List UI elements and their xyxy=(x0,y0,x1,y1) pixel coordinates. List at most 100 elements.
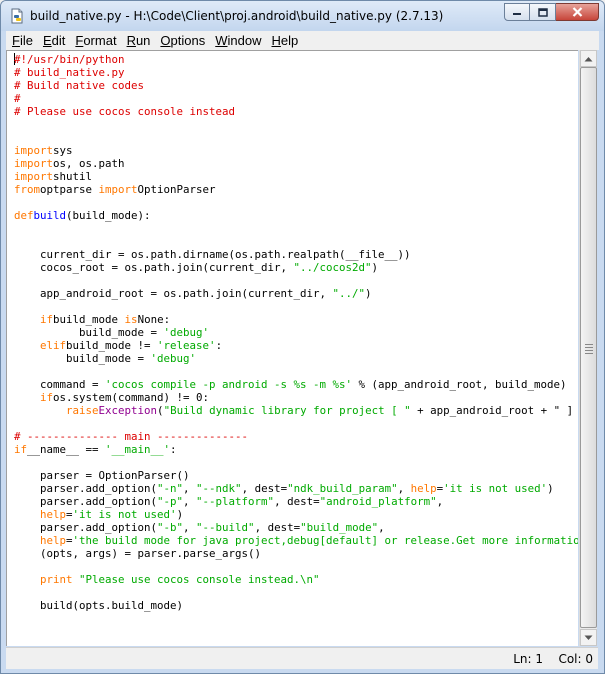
code-token: print xyxy=(40,573,73,586)
minimize-icon xyxy=(513,13,521,15)
idle-editor-window: build_native.py - H:\Code\Client\proj.an… xyxy=(0,0,605,674)
column-number-status: Col: 0 xyxy=(558,652,593,666)
code-line[interactable]: if__name__ == '__main__': xyxy=(14,443,177,456)
code-token: elif xyxy=(40,339,67,352)
code-token: build_mode xyxy=(53,313,125,326)
code-line[interactable]: # -------------- main -------------- xyxy=(14,430,248,443)
code-line[interactable]: fromoptparse importOptionParser xyxy=(14,183,216,196)
code-token: 'debug' xyxy=(163,326,210,339)
code-token: # build_native.py xyxy=(14,66,125,79)
code-token: "--platform" xyxy=(196,495,275,508)
vertical-scrollbar[interactable] xyxy=(579,50,597,646)
code-token: current_dir = os.path.dirname(os.path.re… xyxy=(14,248,411,261)
code-token: None: xyxy=(137,313,171,326)
code-line[interactable]: # Build native codes xyxy=(14,79,144,92)
code-token: optparse xyxy=(40,183,99,196)
code-token: parser.add_option( xyxy=(14,482,158,495)
code-line[interactable]: #!/usr/bin/python xyxy=(14,53,125,66)
line-number-status: Ln: 1 xyxy=(513,652,543,666)
code-token: "Build dynamic library for project [ " xyxy=(163,404,411,417)
code-line[interactable]: build_mode = 'debug' xyxy=(14,352,196,365)
code-line[interactable]: parser = OptionParser() xyxy=(14,469,190,482)
code-token: , dest= xyxy=(254,521,301,534)
arrow-down-icon xyxy=(584,635,593,640)
menu-file[interactable]: File xyxy=(6,31,38,50)
code-line[interactable]: # Please use cocos console instead xyxy=(14,105,235,118)
code-token: build_mode != xyxy=(66,339,158,352)
menu-bar: File Edit Format Run Options Window Help xyxy=(6,31,599,50)
code-token: import xyxy=(14,157,54,170)
code-token: app_android_root = os.path.join(current_… xyxy=(14,287,333,300)
code-token: "build_mode" xyxy=(300,521,379,534)
thumb-grip-line xyxy=(585,347,593,348)
code-line[interactable]: # xyxy=(14,92,21,105)
python-file-icon xyxy=(11,8,23,24)
code-token: "../cocos2d" xyxy=(293,261,372,274)
code-token: "ndk_build_param" xyxy=(287,482,398,495)
scrollbar-thumb[interactable] xyxy=(580,67,597,628)
code-text[interactable]: #!/usr/bin/python # build_native.py # Bu… xyxy=(14,53,578,612)
menu-help[interactable]: Help xyxy=(267,31,304,50)
code-line[interactable]: print "Please use cocos console instead.… xyxy=(14,573,320,586)
code-line[interactable]: raiseException("Build dynamic library fo… xyxy=(14,404,578,417)
code-token: , dest= xyxy=(241,482,288,495)
code-token: , xyxy=(397,482,411,495)
code-token: + app_android_root + " ] fails!") xyxy=(417,404,574,417)
menu-window[interactable]: Window xyxy=(210,31,266,50)
code-token: (build_mode): xyxy=(66,209,151,222)
code-token: ) xyxy=(371,261,379,274)
code-token: : xyxy=(170,443,177,456)
code-token: "-n" xyxy=(157,482,184,495)
menu-options[interactable]: Options xyxy=(155,31,210,50)
code-token: raise xyxy=(66,404,99,417)
code-token: from xyxy=(14,183,41,196)
code-token: : xyxy=(215,339,223,352)
window-controls xyxy=(504,3,599,23)
code-token: parser.add_option( xyxy=(14,495,158,508)
code-line[interactable]: importsys xyxy=(14,144,73,157)
code-token: build(opts.build_mode) xyxy=(14,599,184,612)
code-line[interactable]: cocos_root = os.path.join(current_dir, "… xyxy=(14,261,378,274)
code-line[interactable]: build(opts.build_mode) xyxy=(14,599,183,612)
code-line[interactable]: parser.add_option("-b", "--build", dest=… xyxy=(14,521,385,534)
maximize-button[interactable] xyxy=(530,3,556,21)
code-token: 'the build mode for java project,debug[d… xyxy=(72,534,578,547)
code-line[interactable]: ifos.system(command) != 0: xyxy=(14,391,209,404)
scroll-down-button[interactable] xyxy=(580,629,597,646)
code-token: (opts, args) = parser.parse_args() xyxy=(14,547,262,560)
code-line[interactable]: # build_native.py xyxy=(14,66,125,79)
code-line[interactable]: parser.add_option("-p", "--platform", de… xyxy=(14,495,443,508)
code-token: 'debug' xyxy=(150,352,197,365)
title-bar[interactable]: build_native.py - H:\Code\Client\proj.an… xyxy=(1,1,604,31)
code-line[interactable]: current_dir = os.path.dirname(os.path.re… xyxy=(14,248,411,261)
code-line[interactable]: command = 'cocos compile -p android -s %… xyxy=(14,378,567,391)
code-token: sys xyxy=(53,144,73,157)
code-line[interactable]: importos, os.path xyxy=(14,157,125,170)
code-token: __name__ == xyxy=(27,443,106,456)
code-line[interactable]: app_android_root = os.path.join(current_… xyxy=(14,287,372,300)
code-token: ) xyxy=(547,482,554,495)
code-line[interactable]: elifbuild_mode != 'release': xyxy=(14,339,222,352)
code-token: cocos_root = os.path.join(current_dir, xyxy=(14,261,294,274)
code-token: # -------------- main -------------- xyxy=(14,430,249,443)
code-editor[interactable]: #!/usr/bin/python # build_native.py # Bu… xyxy=(6,50,578,646)
minimize-button[interactable] xyxy=(504,3,530,21)
code-line[interactable]: defbuild(build_mode): xyxy=(14,209,151,222)
menu-format[interactable]: Format xyxy=(70,31,121,50)
menu-edit[interactable]: Edit xyxy=(38,31,70,50)
code-line[interactable]: help='it is not used') xyxy=(14,508,183,521)
code-line[interactable]: build_mode = 'debug' xyxy=(14,326,209,339)
code-token: , xyxy=(183,521,197,534)
code-line[interactable]: importshutil xyxy=(14,170,92,183)
code-line[interactable]: (opts, args) = parser.parse_args() xyxy=(14,547,261,560)
close-button[interactable] xyxy=(556,3,599,21)
code-line[interactable]: ifbuild_mode isNone: xyxy=(14,313,170,326)
code-line[interactable]: parser.add_option("-n", "--ndk", dest="n… xyxy=(14,482,554,495)
code-line[interactable]: help='the build mode for java project,de… xyxy=(14,534,578,547)
code-token: # Build native codes xyxy=(14,79,145,92)
scroll-up-button[interactable] xyxy=(580,50,597,67)
menu-run[interactable]: Run xyxy=(122,31,156,50)
code-token: "Please use cocos console instead.\n" xyxy=(72,573,320,586)
code-token: "--build" xyxy=(196,521,255,534)
